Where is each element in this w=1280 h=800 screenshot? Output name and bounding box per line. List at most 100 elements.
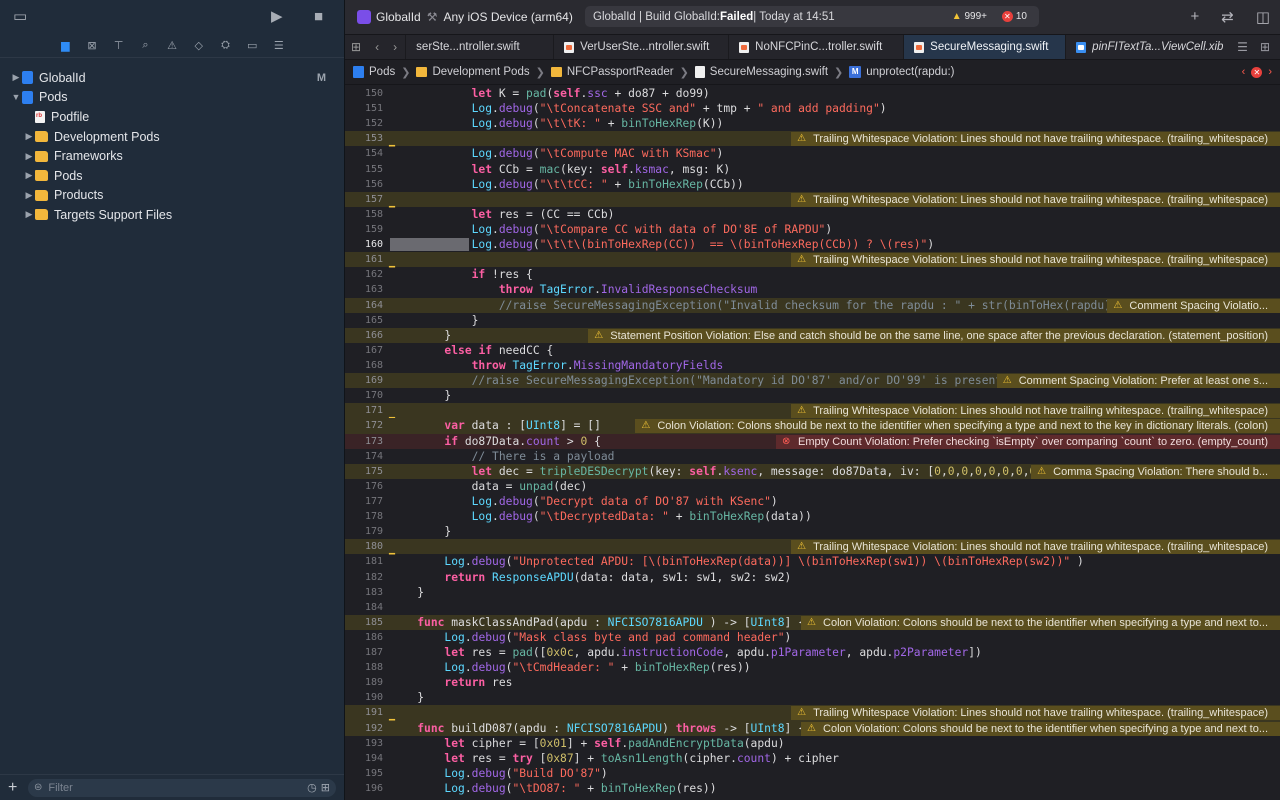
line-number[interactable]: 180 — [345, 539, 383, 554]
line-number[interactable]: 196 — [345, 781, 383, 796]
chevron-right-icon[interactable]: ▶ — [23, 151, 35, 162]
code-line[interactable]: 193 let cipher = [0x01] + self.padAndEnc… — [345, 736, 1280, 751]
line-number[interactable]: 154 — [345, 146, 383, 161]
next-issue-icon[interactable]: › — [1268, 66, 1272, 78]
editor-tab[interactable]: VerUserSte...ntroller.swift — [553, 35, 728, 59]
tree-item[interactable]: ▼ Pods — [0, 88, 344, 108]
line-number[interactable]: 176 — [345, 479, 383, 494]
jump-file[interactable]: SecureMessaging.swift — [694, 66, 828, 78]
jump-pods[interactable]: Pods — [353, 66, 395, 78]
chevron-right-icon[interactable]: ▶ — [23, 170, 35, 181]
code-review-icon[interactable]: ⇄ — [1221, 8, 1234, 26]
error-annotation[interactable]: ⊗ Empty Count Violation: Prefer checking … — [776, 434, 1280, 449]
code-line[interactable]: 188 Log.debug("\tCmdHeader: " + binToHex… — [345, 660, 1280, 675]
code-line[interactable]: 182 return ResponseAPDU(data: data, sw1:… — [345, 570, 1280, 585]
breakpoint-navigator-icon[interactable]: ▭ — [239, 39, 266, 52]
code-line[interactable]: 164 //raise SecureMessagingException("In… — [345, 297, 1280, 313]
code-line[interactable]: 152 Log.debug("\t\tK: " + binToHexRep(K)… — [345, 116, 1280, 131]
line-number[interactable]: 158 — [345, 207, 383, 222]
warning-annotation[interactable]: ⚠ Statement Position Violation: Else and … — [588, 328, 1280, 343]
code-line[interactable]: 166 } ⚠ Statement Position Violation: Else… — [345, 327, 1280, 343]
code-line[interactable]: 189 return res — [345, 675, 1280, 690]
line-number[interactable]: 172 — [345, 418, 383, 433]
chevron-right-icon[interactable]: ▶ — [23, 190, 35, 201]
source-editor[interactable]: 150 let K = pad(self.ssc + do87 + do99) 1… — [345, 86, 1280, 800]
line-number[interactable]: 152 — [345, 116, 383, 131]
code-line[interactable]: 161 ▁ ⚠ Trailing Whitespace Violation: Line… — [345, 252, 1280, 268]
line-number[interactable]: 186 — [345, 630, 383, 645]
code-line[interactable]: 187 let res = pad([0x0c, apdu.instructio… — [345, 645, 1280, 660]
forward-icon[interactable]: › — [393, 40, 397, 54]
chevron-right-icon[interactable]: ▶ — [23, 131, 35, 142]
code-line[interactable]: 186 Log.debug("Mask class byte and pad c… — [345, 630, 1280, 645]
filter-field[interactable]: ⊜ ◷ ⊞ — [28, 778, 336, 797]
code-line[interactable]: 191 ▁ ⚠ Trailing Whitespace Violation: Line… — [345, 705, 1280, 721]
line-number[interactable]: 195 — [345, 766, 383, 781]
line-number[interactable]: 190 — [345, 690, 383, 705]
editor-tab[interactable]: NoNFCPinC...troller.swift — [728, 35, 903, 59]
jump-group[interactable]: NFCPassportReader — [550, 66, 674, 78]
code-line[interactable]: 184 — [345, 600, 1280, 615]
line-number[interactable]: 161 — [345, 252, 383, 267]
line-number[interactable]: 191 — [345, 705, 383, 720]
source-control-navigator-icon[interactable]: ⊠ — [79, 39, 106, 52]
line-number[interactable]: 173 — [345, 434, 383, 449]
code-line[interactable]: 159 Log.debug("\tCompare CC with data of… — [345, 222, 1280, 237]
code-line[interactable]: 177 Log.debug("Decrypt data of DO'87 wit… — [345, 494, 1280, 509]
line-number[interactable]: 189 — [345, 675, 383, 690]
sidebar-toggle-icon[interactable]: ▭ — [13, 8, 27, 26]
line-number[interactable]: 188 — [345, 660, 383, 675]
tree-item[interactable]: ▶ Development Pods — [0, 127, 344, 147]
tree-item[interactable]: Podfile — [0, 107, 344, 127]
code-line[interactable]: 171 ▁ ⚠ Trailing Whitespace Violation: Line… — [345, 403, 1280, 419]
editor-tab[interactable]: serSte...ntroller.swift — [405, 35, 553, 59]
code-line[interactable]: 167 else if needCC { — [345, 343, 1280, 358]
add-library-icon[interactable]: + — [1190, 8, 1199, 26]
line-number[interactable]: 153 — [345, 131, 383, 146]
warning-annotation[interactable]: ⚠ Colon Violation: Colons should be next … — [801, 615, 1280, 630]
tree-item[interactable]: ▶ Products — [0, 186, 344, 206]
error-count-badge[interactable]: ✕ 10 — [1001, 11, 1027, 22]
warning-annotation[interactable]: ⚠ Trailing Whitespace Violation: Lines sh… — [791, 192, 1280, 207]
add-editor-icon[interactable]: ⊞ — [1260, 40, 1270, 54]
destination-device[interactable]: Any iOS Device (arm64) — [443, 10, 572, 24]
tree-item[interactable]: ▶ Targets Support Files — [0, 205, 344, 225]
chevron-down-icon[interactable]: ▼ — [10, 92, 22, 102]
line-number[interactable]: 166 — [345, 328, 383, 343]
code-line[interactable]: 194 let res = try [0x87] + toAsn1Length(… — [345, 751, 1280, 766]
line-number[interactable]: 194 — [345, 751, 383, 766]
code-line[interactable]: 172 var data : [UInt8] = [] ⚠ Colon Violat… — [345, 418, 1280, 434]
line-number[interactable]: 150 — [345, 86, 383, 101]
line-number[interactable]: 183 — [345, 585, 383, 600]
line-number[interactable]: 151 — [345, 101, 383, 116]
find-navigator-icon[interactable]: ⌕ — [132, 39, 159, 52]
warning-annotation[interactable]: ⚠ Comment Spacing Violation: Prefer at le… — [996, 374, 1280, 389]
code-line[interactable]: 153 ▁ ⚠ Trailing Whitespace Violation: Line… — [345, 131, 1280, 147]
code-line[interactable]: 169 //raise SecureMessagingException("Ma… — [345, 373, 1280, 389]
line-number[interactable]: 170 — [345, 388, 383, 403]
line-number[interactable]: 193 — [345, 736, 383, 751]
line-number[interactable]: 164 — [345, 298, 383, 313]
warning-annotation[interactable]: ⚠ Trailing Whitespace Violation: Lines sh… — [791, 404, 1280, 419]
code-line[interactable]: 155 let CCb = mac(key: self.ksmac, msg: … — [345, 162, 1280, 177]
code-line[interactable]: 162 if !res { — [345, 267, 1280, 282]
code-line[interactable]: 151 Log.debug("\tConcatenate SSC and" + … — [345, 101, 1280, 116]
line-number[interactable]: 181 — [345, 554, 383, 569]
code-line[interactable]: 196 Log.debug("\tDO87: " + binToHexRep(r… — [345, 781, 1280, 796]
code-line[interactable]: 157 ▁ ⚠ Trailing Whitespace Violation: Line… — [345, 191, 1280, 208]
line-number[interactable]: 179 — [345, 524, 383, 539]
code-line[interactable]: 180 ▁ ⚠ Trailing Whitespace Violation: Line… — [345, 539, 1280, 555]
code-line[interactable]: 185 func maskClassAndPad(apdu : NFCISO78… — [345, 614, 1280, 630]
line-number[interactable]: 171 — [345, 403, 383, 418]
warning-count-badge[interactable]: ▲ 999+ — [952, 11, 987, 22]
line-number[interactable]: 185 — [345, 615, 383, 630]
test-navigator-icon[interactable]: ◇ — [185, 39, 212, 52]
line-number[interactable]: 157 — [345, 192, 383, 207]
line-number[interactable]: 182 — [345, 570, 383, 585]
jump-method[interactable]: Munprotect(rapdu:) — [849, 66, 954, 78]
line-number[interactable]: 175 — [345, 464, 383, 479]
line-number[interactable]: 160 — [345, 237, 383, 252]
code-line[interactable]: 174 // There is a payload — [345, 449, 1280, 464]
code-line[interactable]: 173 if do87Data.count > 0 {⊗ Empty Count … — [345, 433, 1280, 449]
code-line[interactable]: 192 func buildD087(apdu : NFCISO7816APDU… — [345, 720, 1280, 736]
